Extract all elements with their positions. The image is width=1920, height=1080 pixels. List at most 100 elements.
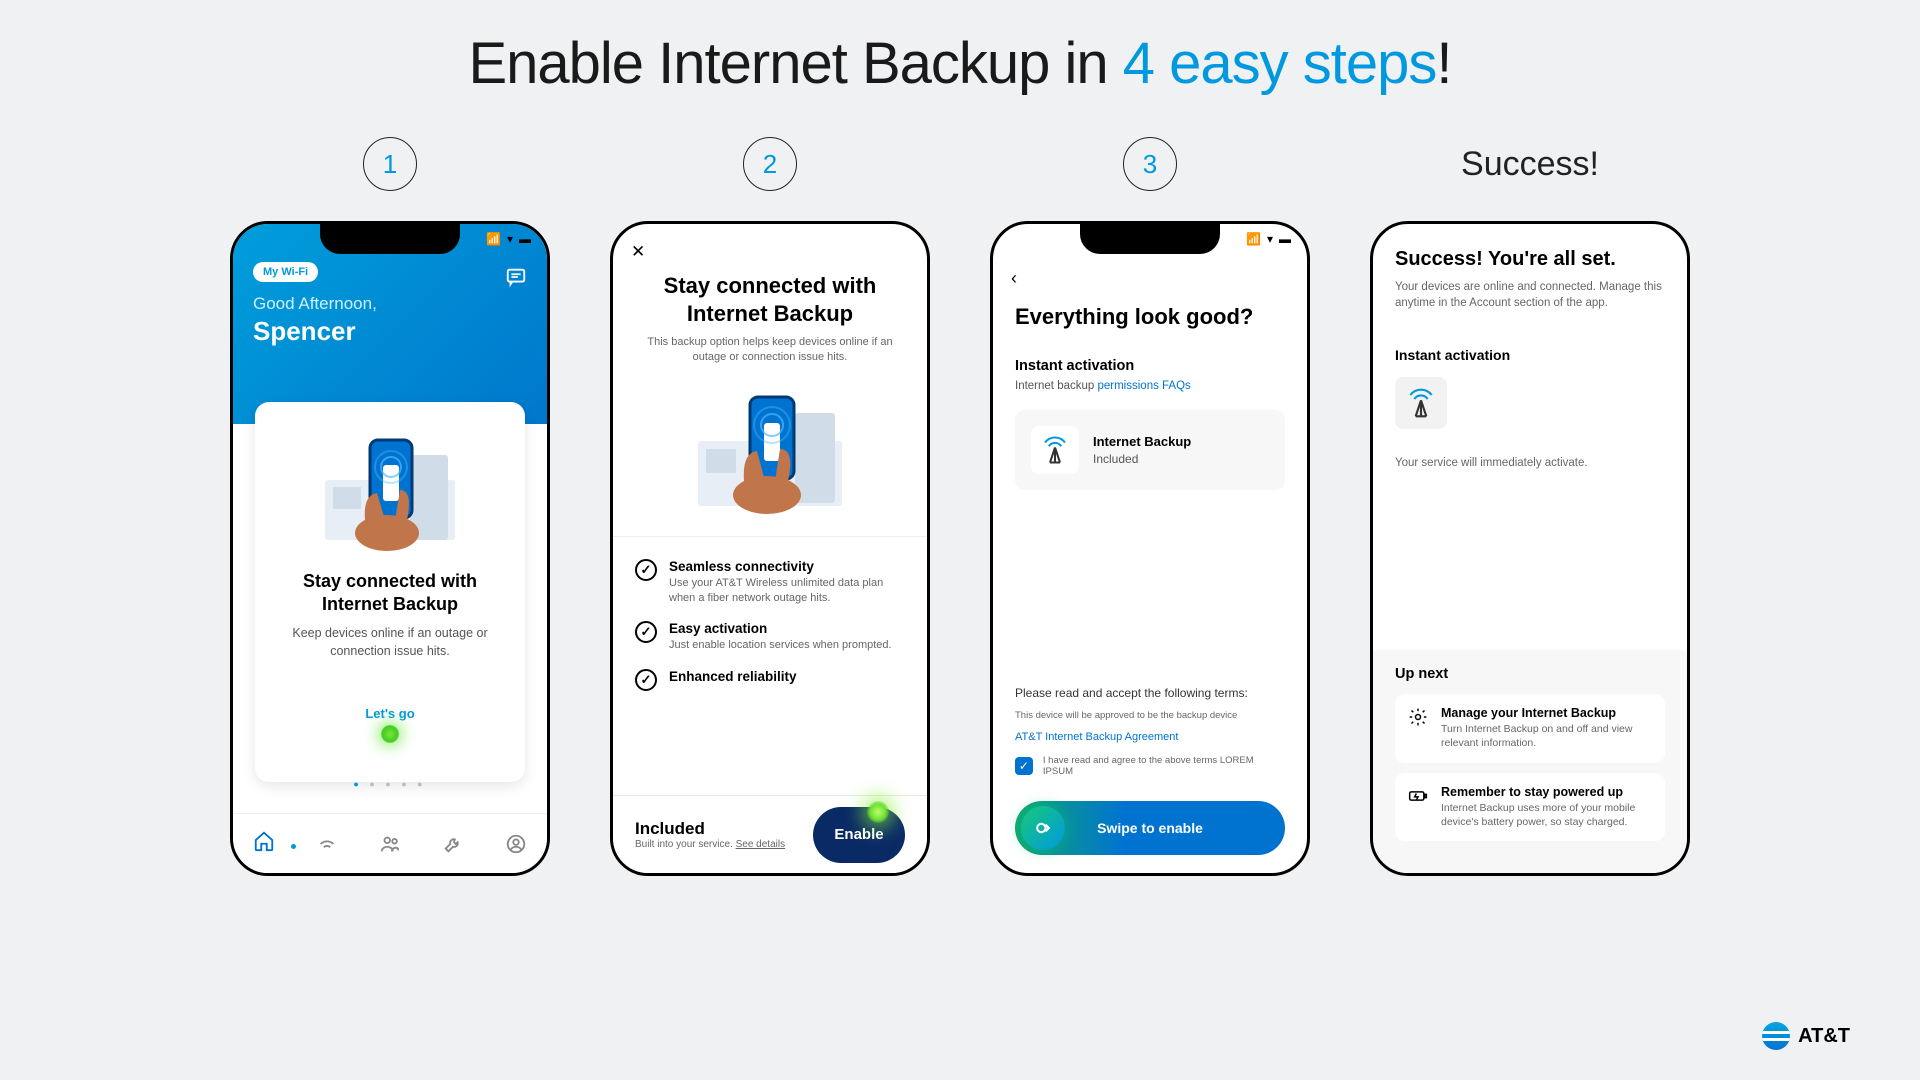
status-bar: 📶 ▾ ▬ xyxy=(1246,232,1291,246)
close-icon[interactable]: ✕ xyxy=(631,242,645,262)
p3-title: Everything look good? xyxy=(1015,304,1285,330)
hand-phone-illustration xyxy=(635,376,905,526)
backup-card: Internet Backup Included xyxy=(1015,410,1285,490)
account-tab-icon[interactable] xyxy=(505,833,527,855)
home-tab-icon[interactable] xyxy=(253,830,275,852)
user-name: Spencer xyxy=(253,316,527,347)
success-label: Success! xyxy=(1461,137,1599,191)
card-description: Keep devices online if an outage or conn… xyxy=(273,625,507,660)
check-icon xyxy=(635,669,657,691)
highlight-indicator-icon xyxy=(867,801,889,823)
back-icon[interactable]: ‹ xyxy=(1011,268,1017,289)
status-bar: 📶 ▾ ▬ xyxy=(486,232,531,246)
battery-icon: ▬ xyxy=(1279,232,1291,246)
wifi-icon: ▾ xyxy=(1267,232,1273,246)
step-1-column: 1 📶 ▾ ▬ My Wi-Fi Good Afternoon, Spencer xyxy=(230,137,550,876)
card-title: Internet Backup xyxy=(1093,434,1191,449)
feature-1-desc: Use your AT&T Wireless unlimited data pl… xyxy=(669,576,905,606)
battery-charge-icon xyxy=(1407,785,1429,807)
agreement-link[interactable]: AT&T Internet Backup Agreement xyxy=(1015,731,1285,743)
p4-subtitle: Your devices are online and connected. M… xyxy=(1395,279,1665,311)
feature-3: Enhanced reliability xyxy=(635,669,905,691)
lets-go-link[interactable]: Let's go xyxy=(273,706,507,721)
consent-text: I have read and agree to the above terms… xyxy=(1043,755,1285,777)
att-globe-icon xyxy=(1762,1022,1790,1050)
p2-title: Stay connected with Internet Backup xyxy=(635,272,905,327)
step-2-column: 2 ✕ Stay connected with Internet Backup … xyxy=(610,137,930,876)
chat-icon[interactable] xyxy=(505,266,527,288)
active-tab-dot-icon xyxy=(291,844,296,849)
phone-notch xyxy=(1080,224,1220,254)
highlight-indicator-icon xyxy=(381,725,399,743)
p4-section: Instant activation xyxy=(1395,347,1665,363)
swipe-knob-icon[interactable] xyxy=(1021,806,1065,850)
terms-label: Please read and accept the following ter… xyxy=(1015,686,1285,700)
people-tab-icon[interactable] xyxy=(379,833,401,855)
item1-desc: Turn Internet Backup on and off and view… xyxy=(1441,722,1653,750)
pagination-dots[interactable]: ● ● ● ● ● xyxy=(233,779,547,789)
wifi-tab-icon[interactable] xyxy=(316,833,338,855)
terms-section: Please read and accept the following ter… xyxy=(1015,686,1285,777)
wifi-pill[interactable]: My Wi-Fi xyxy=(253,262,318,282)
step-3-column: 3 📶 ▾ ▬ ‹ Everything look good? Instant … xyxy=(990,137,1310,876)
brand-name: AT&T xyxy=(1798,1025,1850,1048)
tools-tab-icon[interactable] xyxy=(442,833,464,855)
enable-button-label: Enable xyxy=(834,826,883,843)
title-accent: 4 easy steps xyxy=(1123,31,1437,96)
phone-notch xyxy=(320,224,460,254)
title-prefix: Enable Internet Backup in xyxy=(468,31,1122,96)
phone-3: 📶 ▾ ▬ ‹ Everything look good? Instant ac… xyxy=(990,221,1310,876)
p2-subtitle: This backup option helps keep devices on… xyxy=(635,335,905,366)
att-logo: AT&T xyxy=(1762,1022,1850,1050)
upnext-item-manage[interactable]: Manage your Internet Backup Turn Internet… xyxy=(1395,694,1665,762)
feature-2-desc: Just enable location services when promp… xyxy=(669,638,892,653)
activation-note: Your service will immediately activate. xyxy=(1395,457,1665,469)
signal-icon: 📶 xyxy=(486,232,501,246)
promo-card: Stay connected with Internet Backup Keep… xyxy=(255,402,525,782)
phone-4: Success! You're all set. Your devices ar… xyxy=(1370,221,1690,876)
signal-icon: 📶 xyxy=(1246,232,1261,246)
check-icon xyxy=(635,621,657,643)
p2-footer: Included Built into your service. See de… xyxy=(613,795,927,873)
feature-2: Easy activation Just enable location serv… xyxy=(635,621,905,653)
swipe-to-enable-button[interactable]: Swipe to enable xyxy=(1015,801,1285,855)
feature-1-title: Seamless connectivity xyxy=(669,559,905,574)
item2-title: Remember to stay powered up xyxy=(1441,785,1653,799)
swipe-label: Swipe to enable xyxy=(1097,820,1203,836)
step-2-badge: 2 xyxy=(743,137,797,191)
title-suffix: ! xyxy=(1436,31,1451,96)
phone-2: ✕ Stay connected with Internet Backup Th… xyxy=(610,221,930,876)
faq-link[interactable]: permissions FAQs xyxy=(1097,380,1190,392)
card-subtitle: Included xyxy=(1093,452,1191,466)
built-in-text: Built into your service. See details xyxy=(635,839,785,850)
hand-phone-illustration xyxy=(273,420,507,560)
checkbox-checked-icon[interactable]: ✓ xyxy=(1015,757,1033,775)
enable-button[interactable]: Enable xyxy=(813,807,905,863)
wifi-icon: ▾ xyxy=(507,232,513,246)
battery-icon: ▬ xyxy=(519,232,531,246)
check-icon xyxy=(635,559,657,581)
up-next-section: Up next Manage your Internet Backup Turn … xyxy=(1373,650,1687,873)
consent-checkbox-row[interactable]: ✓ I have read and agree to the above ter… xyxy=(1015,755,1285,777)
item2-desc: Internet Backup uses more of your mobile… xyxy=(1441,801,1653,829)
feature-3-title: Enhanced reliability xyxy=(669,669,797,684)
phone-1: 📶 ▾ ▬ My Wi-Fi Good Afternoon, Spencer xyxy=(230,221,550,876)
gear-icon xyxy=(1407,706,1429,728)
antenna-icon xyxy=(1031,426,1079,474)
terms-line: This device will be approved to be the b… xyxy=(1015,710,1285,721)
step-success-column: Success! Success! You're all set. Your d… xyxy=(1370,137,1690,876)
see-details-link[interactable]: See details xyxy=(736,839,785,850)
p4-title: Success! You're all set. xyxy=(1395,248,1665,271)
item1-title: Manage your Internet Backup xyxy=(1441,706,1653,720)
p3-section: Instant activation xyxy=(1015,358,1285,374)
upnext-item-power[interactable]: Remember to stay powered up Internet Back… xyxy=(1395,773,1665,841)
faq-line: Internet backup permissions FAQs xyxy=(1015,380,1285,392)
card-title: Stay connected with Internet Backup xyxy=(273,570,507,615)
steps-row: 1 📶 ▾ ▬ My Wi-Fi Good Afternoon, Spencer xyxy=(0,137,1920,876)
up-next-heading: Up next xyxy=(1395,666,1665,682)
page-title: Enable Internet Backup in 4 easy steps! xyxy=(0,0,1920,97)
antenna-icon xyxy=(1395,377,1447,429)
step-1-badge: 1 xyxy=(363,137,417,191)
feature-2-title: Easy activation xyxy=(669,621,892,636)
feature-1: Seamless connectivity Use your AT&T Wirel… xyxy=(635,559,905,606)
